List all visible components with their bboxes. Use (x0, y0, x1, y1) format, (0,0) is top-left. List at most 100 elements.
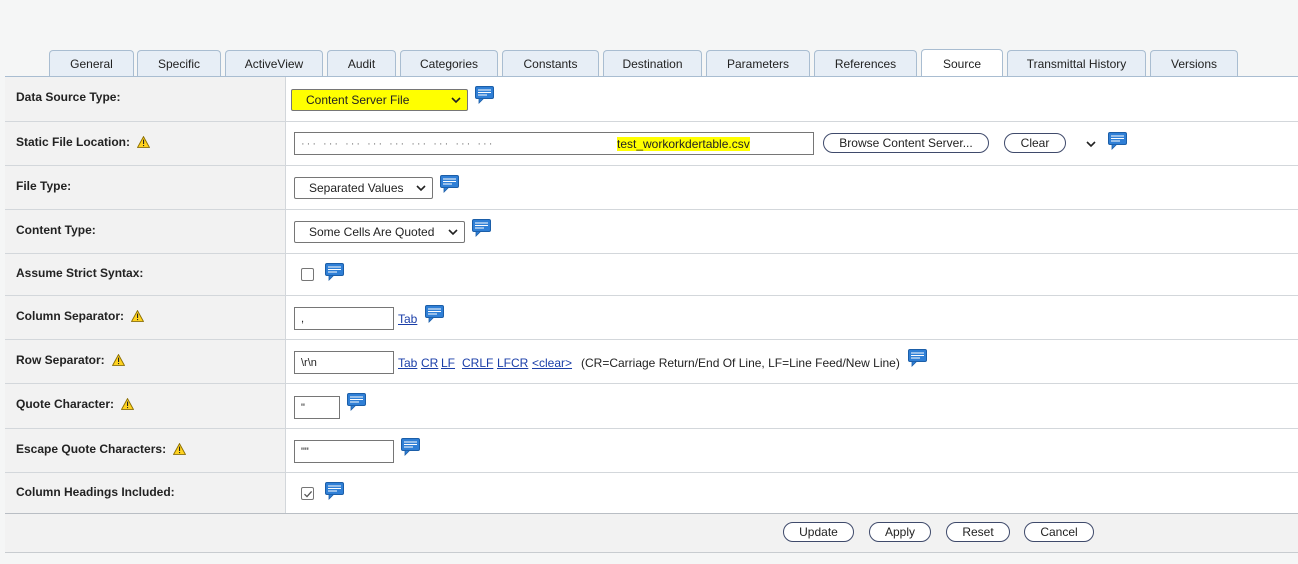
tab-source[interactable]: Source (921, 49, 1003, 77)
tab-label: Destination (622, 56, 683, 71)
escape-quote-characters-input[interactable]: "" (294, 440, 394, 463)
comment-bubble-icon[interactable] (475, 86, 494, 104)
tab-label: Constants (523, 56, 578, 71)
tab-general[interactable]: General (49, 50, 134, 76)
comment-bubble-icon[interactable] (440, 175, 459, 193)
comment-bubble-icon[interactable] (1108, 132, 1127, 150)
field-value (286, 254, 1298, 295)
tab-audit[interactable]: Audit (327, 50, 396, 76)
field-value: Content Server File (286, 77, 1298, 121)
separator-note: (CR=Carriage Return/End Of Line, LF=Line… (581, 356, 900, 370)
field-value: " (286, 384, 1298, 428)
tab-references[interactable]: References (814, 50, 917, 76)
comment-bubble-icon[interactable] (425, 305, 444, 323)
comment-bubble-icon[interactable] (325, 263, 344, 281)
comment-bubble-icon[interactable] (908, 349, 927, 367)
update-button[interactable]: Update (783, 522, 854, 542)
button-label: Cancel (1040, 525, 1078, 539)
tab-label: Versions (1170, 56, 1218, 71)
content-type-select[interactable]: Some Cells Are Quoted (294, 221, 465, 243)
tab-destination[interactable]: Destination (603, 50, 702, 76)
comment-bubble-icon[interactable] (472, 219, 491, 237)
field-label: Data Source Type: (5, 77, 286, 121)
column-headings-included-checkbox[interactable] (301, 487, 314, 500)
browse-content-server-button[interactable]: Browse Content Server... (823, 133, 989, 153)
label-text: Escape Quote Characters: (16, 442, 167, 456)
row-data-source-type: Data Source Type: Content Server File (5, 77, 1298, 122)
quote-character-input[interactable]: " (294, 396, 340, 419)
tab-parameters[interactable]: Parameters (706, 50, 810, 76)
label-text: Quote Character: (16, 397, 115, 411)
tab-categories[interactable]: Categories (400, 50, 498, 76)
tab-constants[interactable]: Constants (502, 50, 599, 76)
chevron-down-icon (451, 96, 461, 104)
warning-icon (121, 398, 134, 410)
label-text: Column Separator: (16, 309, 125, 323)
tab-specific[interactable]: Specific (137, 50, 221, 76)
tab-link[interactable]: Tab (398, 356, 417, 370)
select-value: Some Cells Are Quoted (309, 225, 435, 239)
field-label: Content Type: (5, 210, 286, 253)
chevron-down-icon[interactable] (1086, 140, 1096, 148)
cr-link[interactable]: CR (421, 356, 438, 370)
tab-label: Transmittal History (1026, 56, 1127, 71)
warning-icon (112, 354, 125, 366)
clear-link[interactable]: <clear> (532, 356, 572, 370)
field-label: File Type: (5, 166, 286, 209)
field-label: Static File Location: (5, 122, 286, 165)
comment-bubble-icon[interactable] (325, 482, 344, 500)
tab-activeview[interactable]: ActiveView (225, 50, 323, 76)
button-label: Update (799, 525, 838, 539)
tab-link[interactable]: Tab (398, 312, 417, 326)
field-value (286, 473, 1298, 514)
crlf-link[interactable]: CRLF (462, 356, 493, 370)
warning-icon (137, 136, 150, 148)
file-type-select[interactable]: Separated Values (294, 177, 433, 199)
row-separator-input[interactable]: \r\n (294, 351, 394, 374)
tab-label: Audit (347, 56, 376, 71)
button-label: Browse Content Server... (839, 136, 973, 150)
data-source-type-select[interactable]: Content Server File (291, 89, 468, 111)
tab-label: General (70, 56, 113, 71)
label-text: Static File Location: (16, 135, 131, 149)
button-label: Apply (884, 525, 916, 539)
warning-icon (131, 310, 144, 322)
tab-transmittal-history[interactable]: Transmittal History (1007, 50, 1146, 76)
lfcr-link[interactable]: LFCR (497, 356, 528, 370)
row-row-separator: Row Separator: \r\n Tab CR LF CRLF LFCR … (5, 340, 1298, 384)
field-value: ··· ··· ··· ··· ··· ··· ··· ··· ··· test… (286, 122, 1298, 165)
label-text: Row Separator: (16, 353, 105, 367)
tab-label: Parameters (726, 56, 790, 71)
comment-bubble-icon[interactable] (401, 438, 420, 456)
row-static-file-location: Static File Location: ··· ··· ··· ··· ··… (5, 122, 1298, 166)
field-label: Quote Character: (5, 384, 286, 428)
comment-bubble-icon[interactable] (347, 393, 366, 411)
label-text: Content Type: (16, 223, 96, 237)
form-footer: Update Apply Reset Cancel (5, 513, 1298, 553)
cancel-button[interactable]: Cancel (1024, 522, 1094, 542)
column-separator-input[interactable]: , (294, 307, 394, 330)
lf-link[interactable]: LF (441, 356, 455, 370)
clear-button[interactable]: Clear (1004, 133, 1066, 153)
field-value: "" (286, 429, 1298, 472)
label-text: File Type: (16, 179, 72, 193)
file-path-text: ··· ··· ··· ··· ··· ··· ··· ··· ··· (301, 137, 495, 150)
select-value: Content Server File (306, 93, 410, 107)
apply-button[interactable]: Apply (869, 522, 931, 542)
button-label: Clear (1020, 136, 1050, 150)
chevron-down-icon (416, 184, 426, 192)
warning-icon (173, 443, 186, 455)
static-file-location-input[interactable]: ··· ··· ··· ··· ··· ··· ··· ··· ··· test… (294, 132, 814, 155)
file-name-text: test_workorkdertable.csv (617, 136, 750, 151)
tab-versions[interactable]: Versions (1150, 50, 1238, 76)
tab-label: Source (942, 56, 982, 71)
row-column-separator: Column Separator: , Tab (5, 296, 1298, 340)
source-form: Data Source Type: Content Server File St… (5, 77, 1298, 514)
field-label: Row Separator: (5, 340, 286, 383)
select-value: Separated Values (309, 181, 404, 195)
reset-button[interactable]: Reset (946, 522, 1010, 542)
row-assume-strict-syntax: Assume Strict Syntax: (5, 254, 1298, 296)
tab-label: ActiveView (244, 56, 304, 71)
tab-label: Specific (157, 56, 201, 71)
assume-strict-syntax-checkbox[interactable] (301, 268, 314, 281)
